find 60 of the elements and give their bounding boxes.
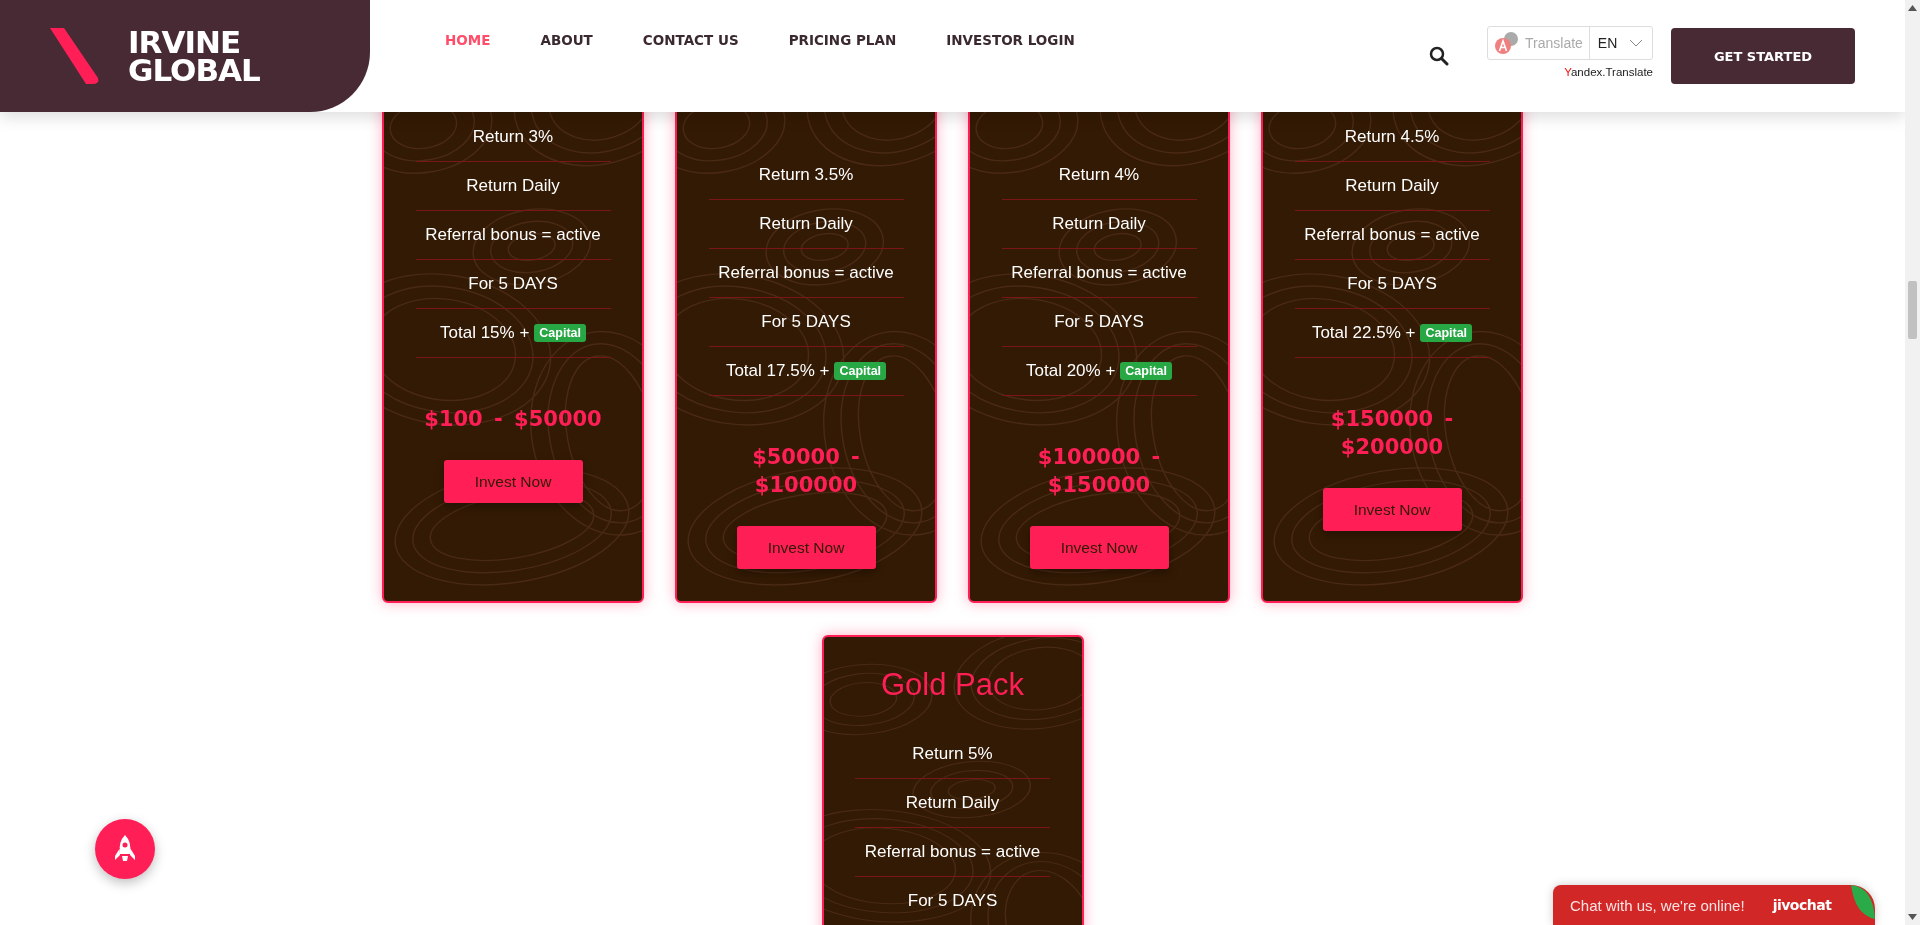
plan-total: Total 15% +	[440, 323, 530, 343]
chat-bar[interactable]: Chat with us, we're online! jivochat	[1553, 885, 1875, 925]
plan-feature: For 5 DAYS	[1054, 312, 1144, 332]
capital-badge: Capital	[834, 362, 887, 380]
plan-feature: Return 5%	[912, 744, 993, 764]
search-icon[interactable]	[1429, 46, 1449, 66]
scroll-down-icon[interactable]	[1908, 914, 1917, 920]
plan-feature: Return Daily	[905, 793, 1000, 813]
plan-feature: Referral bonus = active	[1304, 225, 1480, 245]
plan-feature: Return Daily	[759, 214, 853, 234]
plan-feature: For 5 DAYS	[907, 891, 998, 911]
scrollbar[interactable]	[1905, 0, 1920, 925]
plan-feature: Referral bonus = active	[425, 225, 601, 245]
plan-feature: For 5 DAYS	[468, 274, 558, 294]
invest-button[interactable]: Invest Now	[443, 460, 583, 503]
scrollbar-thumb[interactable]	[1908, 281, 1917, 339]
chevron-down-icon	[1629, 39, 1644, 47]
plan-feature: Return 4%	[1058, 165, 1140, 185]
plan-total: Total 17.5% +	[725, 361, 830, 381]
capital-badge: Capital	[1420, 324, 1473, 342]
capital-badge: Capital	[1120, 362, 1172, 380]
leaf-icon	[1851, 885, 1875, 919]
invest-button[interactable]: Invest Now	[1322, 488, 1462, 531]
nav-link[interactable]: INVESTOR LOGIN	[946, 30, 1075, 50]
price-range: $100000 - $150000	[1036, 444, 1162, 499]
rocket-button[interactable]	[95, 819, 155, 879]
chat-brand: jivochat	[1772, 897, 1832, 913]
plan-feature: Return 3%	[472, 127, 554, 147]
chat-message: Chat with us, we're online!	[1570, 896, 1745, 914]
language-select[interactable]: EN	[1589, 35, 1652, 51]
nav-link[interactable]: PRICING PLAN	[788, 30, 897, 50]
translate-icon	[1494, 31, 1520, 55]
nav-link[interactable]: ABOUT	[540, 30, 593, 50]
plan-feature: Return Daily	[466, 176, 560, 196]
plan-feature: Referral bonus = active	[1011, 263, 1187, 283]
logo-slash-icon	[48, 26, 100, 86]
price-range: $50000 - $100000	[751, 444, 861, 499]
plan-feature: Referral bonus = active	[718, 263, 894, 283]
price-range: $100 - $50000	[424, 406, 602, 433]
capital-badge: Capital	[534, 324, 586, 342]
plan-feature: Referral bonus = active	[864, 842, 1041, 862]
plan-feature: Return Daily	[1052, 214, 1146, 234]
logo-text: GLOBAL	[128, 56, 260, 84]
invest-button[interactable]: Invest Now	[1029, 526, 1169, 569]
plan-total: Total 20% +	[1026, 361, 1116, 381]
get-started-button[interactable]: GET STARTED	[1671, 28, 1855, 84]
price-range: $150000 - $200000	[1329, 406, 1455, 461]
invest-button[interactable]: Invest Now	[736, 526, 876, 569]
plan-feature: For 5 DAYS	[761, 312, 851, 332]
plan-feature: Return Daily	[1345, 176, 1439, 196]
plan-feature: Return 4.5%	[1344, 127, 1440, 147]
scroll-up-icon[interactable]	[1908, 5, 1917, 11]
plan-feature: Return 3.5%	[758, 165, 854, 185]
nav-link[interactable]: CONTACT US	[642, 30, 739, 50]
plan-title: Gold Pack	[881, 666, 1024, 704]
rocket-icon	[114, 834, 136, 864]
plan-feature: For 5 DAYS	[1347, 274, 1437, 294]
plan-total: Total 22.5% +	[1311, 323, 1416, 343]
translator-credit-link[interactable]: Yandex.Translate	[1564, 66, 1653, 78]
logo-text: IRVINE	[128, 28, 241, 56]
